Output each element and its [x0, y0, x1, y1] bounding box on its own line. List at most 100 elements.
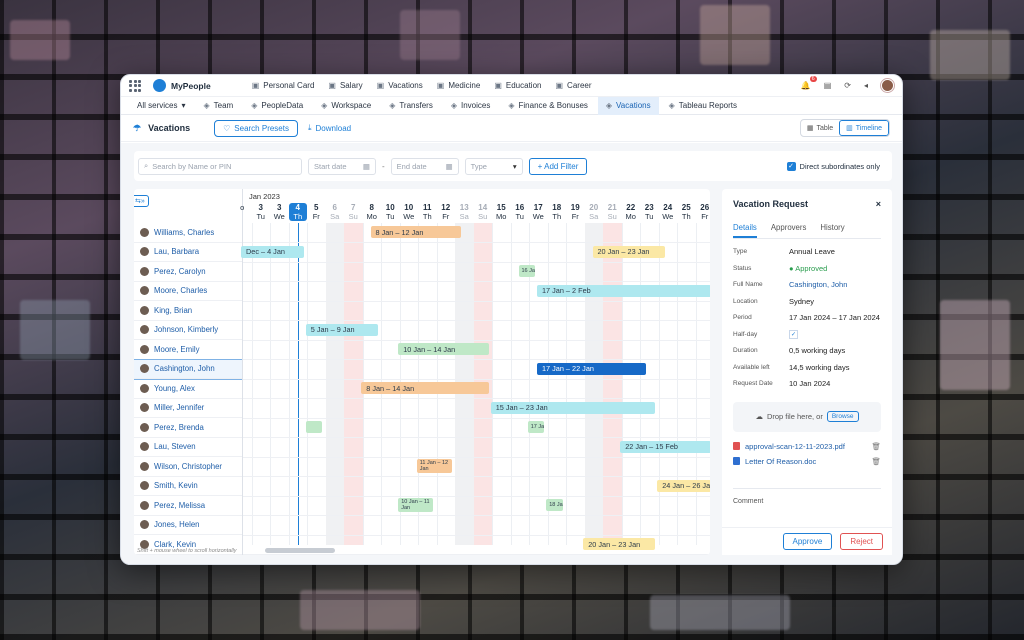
employee-row[interactable]: Williams, Charles [134, 223, 242, 243]
day-header[interactable]: 22 Mo [622, 203, 641, 221]
avatar[interactable] [881, 79, 894, 92]
attachment[interactable]: Letter Of Reason.doc 🗑 [733, 457, 881, 466]
topnav-item-vacations[interactable]: ▣ Vacations [370, 81, 430, 90]
day-header[interactable]: 25 Th [677, 203, 696, 221]
employee-row[interactable]: Moore, Emily [134, 340, 242, 360]
day-header[interactable]: 17 We [529, 203, 548, 221]
employee-row[interactable]: Johnson, Kimberly [134, 321, 242, 340]
employee-row[interactable]: Young, Alex [134, 379, 242, 399]
vacation-bar[interactable]: 5 Jan – 9 Jan [305, 323, 378, 336]
employee-row[interactable]: Smith, Kevin [134, 477, 242, 496]
vacation-bar[interactable]: 17 Jan – 2 Feb [537, 284, 710, 297]
day-header[interactable]: 10 We [400, 203, 419, 221]
browse-button[interactable]: Browse [826, 411, 859, 422]
secnav-item-vacations[interactable]: ◈ Vacations [597, 96, 659, 115]
employee-row[interactable]: Moore, Charles [134, 282, 242, 301]
topnav-item-career[interactable]: ▣ Career [548, 81, 598, 90]
employee-row[interactable]: Cashington, John [134, 358, 243, 380]
reject-button[interactable]: Reject [840, 533, 883, 550]
secnav-item-invoices[interactable]: ◈ Invoices [443, 97, 499, 115]
day-header[interactable]: 21 Su [603, 203, 622, 221]
day-header[interactable]: 7 Su [344, 203, 363, 221]
day-header[interactable]: 4 Th [288, 203, 307, 221]
vacation-bar[interactable]: 15 Jan – 23 Jan [490, 401, 656, 414]
employee-row[interactable]: Wilson, Christopher [134, 457, 242, 477]
start-date-field[interactable]: Start date ▦ [308, 157, 376, 175]
refresh-icon[interactable]: ⟳ [844, 81, 851, 90]
megaphone-icon[interactable]: ◂ [864, 81, 868, 90]
file-name[interactable]: approval-scan-12-11-2023.pdf [745, 442, 845, 451]
vacation-bar[interactable]: 17 Jan – 22 Jan [537, 362, 646, 375]
day-header[interactable]: 23 Tu [640, 203, 659, 221]
approve-button[interactable]: Approve [782, 533, 833, 550]
attachment[interactable]: approval-scan-12-11-2023.pdf 🗑 [733, 442, 881, 451]
type-select[interactable]: Type ▾ [464, 157, 523, 175]
day-header[interactable]: 26 Fr [696, 203, 711, 221]
secnav-item-transfers[interactable]: ◈ Transfers [381, 97, 441, 115]
add-filter-button[interactable]: + Add Filter [528, 157, 588, 175]
end-date-field[interactable]: End date ▦ [390, 157, 459, 175]
employee-row[interactable]: King, Brian [134, 301, 242, 321]
tab-details[interactable]: Details [733, 223, 757, 238]
file-name[interactable]: Letter Of Reason.doc [745, 457, 816, 466]
employee-row[interactable]: Perez, Melissa [134, 496, 242, 516]
day-header[interactable]: 24 We [659, 203, 678, 221]
topnav-item-education[interactable]: ▣ Education [487, 81, 548, 90]
day-header[interactable]: 15 Mo [492, 203, 511, 221]
employee-row[interactable]: Lau, Steven [134, 438, 242, 457]
brand[interactable]: MyPeople [153, 79, 211, 92]
vacation-bar[interactable]: Dec – 4 Jan [241, 245, 304, 258]
employee-row[interactable]: Jones, Helen [134, 516, 242, 535]
trash-icon[interactable]: 🗑 [871, 457, 881, 466]
vacation-bar[interactable]: 10 Jan – 11 Jan [398, 498, 434, 512]
vacation-bar[interactable]: 11 Jan – 12 Jan [416, 459, 452, 473]
file-drop-zone[interactable]: ☁ Drop file here, or Browse [733, 401, 881, 432]
vacation-bar[interactable]: 10 Jan – 14 Jan [398, 343, 489, 355]
day-header[interactable]: 19 Fr [566, 203, 585, 221]
day-header[interactable]: 20 Sa [585, 203, 604, 221]
day-header[interactable]: 14 Su [474, 203, 493, 221]
secnav-item-all-services[interactable]: All services ▾ [129, 97, 193, 115]
topnav-item-medicine[interactable]: ▣ Medicine [430, 81, 488, 90]
topnav-item-personal-card[interactable]: ▣ Personal Card [245, 81, 322, 90]
search-input[interactable]: ⌕ Search by Name or PIN [138, 157, 302, 175]
expand-icon[interactable]: ⇆» [134, 195, 149, 207]
search-presets-button[interactable]: ♡ Search Presets [214, 119, 298, 137]
day-header[interactable]: 5 Fr [307, 203, 326, 221]
direct-subordinates-checkbox[interactable]: ✓ Direct subordinates only [786, 161, 880, 171]
day-header[interactable]: 6 Sa [326, 203, 345, 221]
day-header[interactable]: 3 Tu [252, 203, 271, 221]
tab-history[interactable]: History [820, 223, 844, 238]
day-header[interactable]: 18 Th [548, 203, 567, 221]
vacation-bar[interactable]: 8 Jan – 12 Jan [370, 226, 461, 238]
secnav-item-workspace[interactable]: ◈ Workspace [313, 97, 379, 115]
vacation-bar[interactable]: 20 Jan – 23 Jan [592, 245, 665, 258]
download-button[interactable]: ⤓ Download [308, 123, 351, 133]
bell-icon[interactable]: 🔔 6 [801, 76, 817, 90]
vacation-bar[interactable]: 16 Jan [518, 265, 535, 277]
detail-value[interactable]: Cashington, John [789, 280, 847, 289]
apps-grid-icon[interactable] [129, 79, 141, 92]
employee-row[interactable]: Perez, Brenda [134, 418, 242, 438]
vacation-bar[interactable]: 17 Jan [527, 421, 545, 433]
timeline-view-button[interactable]: ▥ Timeline [839, 120, 889, 136]
secnav-item-team[interactable]: ◈ Team [195, 97, 241, 115]
clipboard-icon[interactable]: ▤ [824, 81, 832, 90]
day-header[interactable]: 10 Tu [381, 203, 400, 221]
vacation-bar[interactable] [305, 421, 323, 433]
day-header[interactable]: 3 We [270, 203, 289, 221]
table-view-button[interactable]: ▦ Table [801, 120, 839, 136]
day-header[interactable]: 11 Th [418, 203, 437, 221]
horizontal-scrollbar[interactable] [265, 548, 335, 553]
secnav-item-finance-bonuses[interactable]: ◈ Finance & Bonuses [500, 97, 596, 115]
close-icon[interactable]: × [876, 199, 881, 209]
tab-approvers[interactable]: Approvers [771, 223, 807, 238]
secnav-item-peopledata[interactable]: ◈ PeopleData [243, 97, 311, 115]
trash-icon[interactable]: 🗑 [871, 442, 881, 451]
vacation-bar[interactable]: 18 Jan [546, 499, 563, 511]
vacation-bar[interactable]: 20 Jan – 23 Jan [583, 538, 656, 550]
day-header[interactable]: o [233, 203, 252, 212]
day-header[interactable]: 8 Mo [363, 203, 382, 221]
employee-row[interactable]: Miller, Jennifer [134, 399, 242, 418]
day-header[interactable]: 16 Tu [511, 203, 530, 221]
